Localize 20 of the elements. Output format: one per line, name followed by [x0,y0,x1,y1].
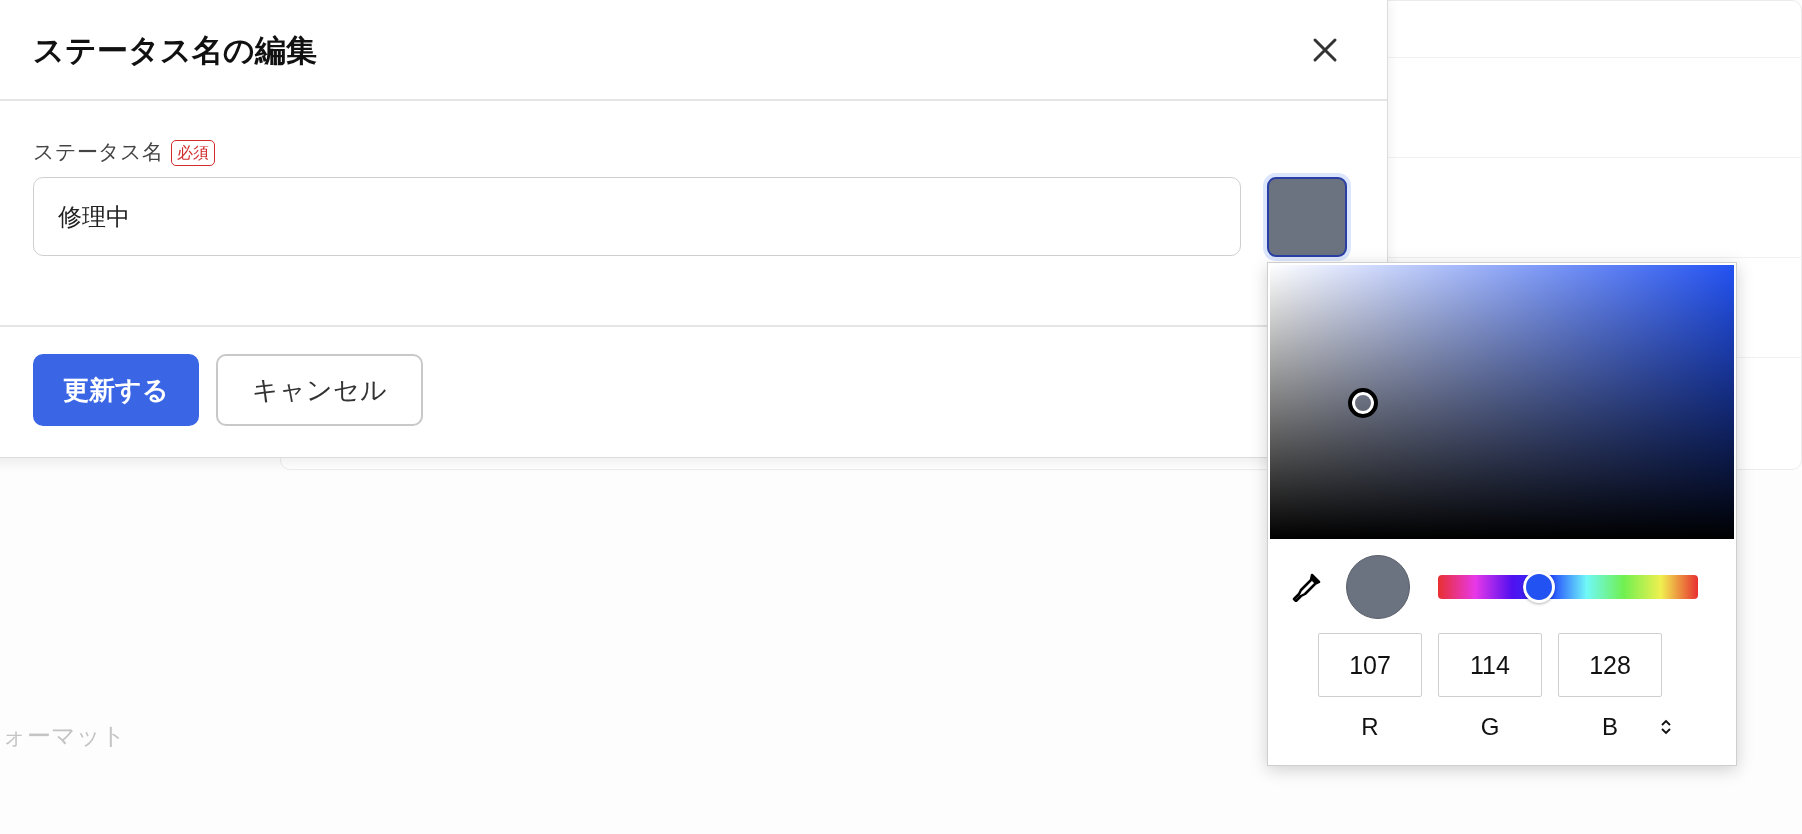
saturation-area[interactable] [1270,265,1734,539]
hue-slider[interactable] [1438,575,1698,599]
channel-label: B [1601,712,1619,742]
mode-toggle-icon[interactable] [1660,718,1672,736]
channel-input[interactable]: 114 [1438,633,1542,697]
channel-input[interactable]: 128 [1558,633,1662,697]
hue-thumb[interactable] [1523,571,1556,603]
status-name-input[interactable]: 修理中 [33,177,1242,256]
eyedropper-icon[interactable] [1292,572,1322,602]
channel-label: R [1360,712,1380,742]
close-icon [1311,36,1339,64]
dialog-title: ステータス名の編集 [33,30,317,70]
channel-input[interactable]: 107 [1318,633,1422,697]
format-label: ォーマット [2,721,126,752]
cancel-button[interactable]: キャンセル [216,354,423,426]
picker-handle[interactable] [1348,388,1378,418]
required-badge: 必須 [171,139,215,166]
update-button[interactable]: 更新する [33,354,199,426]
channel-label: G [1479,712,1501,742]
field-label: ステータス名 [33,139,163,166]
